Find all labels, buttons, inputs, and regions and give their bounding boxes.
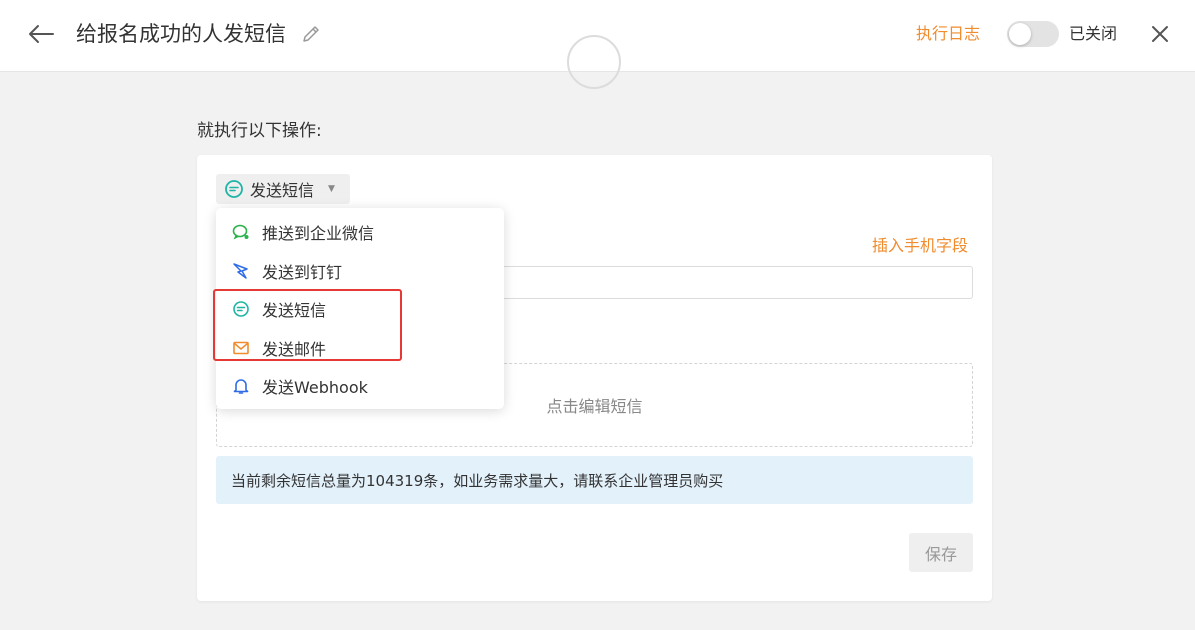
menu-item-label: 发送短信	[262, 301, 327, 321]
action-type-dropdown: 推送到企业微信 发送到钉钉 发送短信 发送邮件 发送Webhook	[216, 208, 504, 409]
sms-icon	[232, 300, 250, 318]
action-type-select[interactable]: 发送短信 ▼	[216, 174, 350, 204]
sms-icon	[225, 180, 243, 198]
sms-editor-placeholder: 点击编辑短信	[546, 397, 643, 416]
back-arrow-icon[interactable]	[26, 21, 56, 47]
pencil-icon[interactable]	[300, 23, 322, 45]
menu-item-dingtalk[interactable]: 发送到钉钉	[216, 252, 504, 291]
sms-quota-info: 当前剩余短信总量为104319条，如业务需求量大，请联系企业管理员购买	[216, 456, 973, 504]
close-icon[interactable]	[1148, 22, 1172, 46]
bell-icon	[232, 377, 250, 395]
flow-node-circle	[567, 35, 621, 89]
toggle-knob	[1009, 23, 1031, 45]
save-button[interactable]: 保存	[909, 533, 973, 572]
action-type-label: 发送短信	[250, 181, 315, 200]
menu-item-label: 发送到钉钉	[262, 262, 343, 282]
menu-item-label: 推送到企业微信	[262, 224, 375, 244]
execution-log-link[interactable]: 执行日志	[916, 23, 980, 45]
wecom-icon	[232, 223, 250, 241]
insert-phone-field-link[interactable]: 插入手机字段	[872, 235, 968, 257]
menu-item-sms[interactable]: 发送短信	[216, 290, 504, 329]
page-title: 给报名成功的人发短信	[76, 22, 286, 46]
menu-item-label: 发送Webhook	[262, 378, 368, 398]
mail-icon	[232, 339, 250, 357]
toggle-status-label: 已关闭	[1069, 24, 1118, 43]
enable-toggle[interactable]	[1007, 21, 1059, 47]
caret-down-icon: ▼	[328, 184, 335, 194]
section-label: 就执行以下操作:	[197, 121, 322, 141]
menu-item-email[interactable]: 发送邮件	[216, 329, 504, 368]
menu-item-webhook[interactable]: 发送Webhook	[216, 367, 504, 406]
menu-item-label: 发送邮件	[262, 339, 327, 359]
dingtalk-icon	[232, 262, 250, 280]
menu-item-wecom[interactable]: 推送到企业微信	[216, 213, 504, 252]
